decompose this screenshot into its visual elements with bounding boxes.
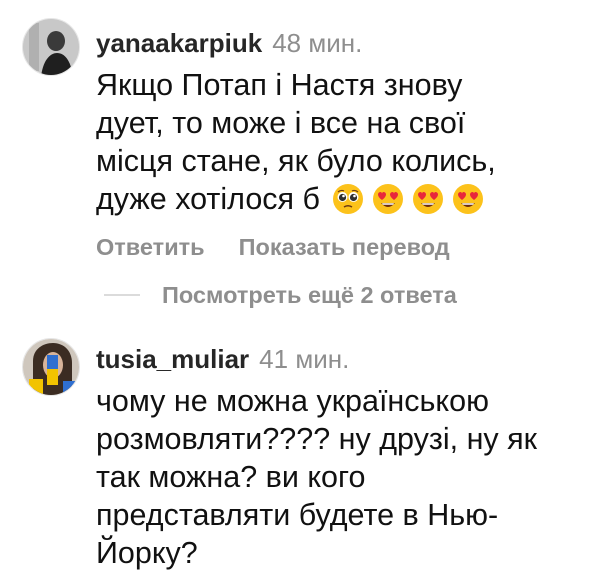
timestamp: 48 мин. xyxy=(272,28,363,58)
heart-eyes-icon xyxy=(372,184,403,214)
comment-text: Якщо Потап і Настя знову дует, то може і… xyxy=(96,66,586,218)
comment-text-line: так можна? ви кого xyxy=(96,460,366,494)
comment-header: tusia_muliar 41 мин. xyxy=(96,344,349,374)
comment-text-line: представляти будете в Нью- xyxy=(96,498,499,532)
timestamp: 41 мин. xyxy=(259,344,350,374)
emoji-row xyxy=(332,183,484,215)
comment-actions: Ответить Показать перевод xyxy=(96,233,450,261)
heart-eyes-icon xyxy=(452,184,483,214)
comment-tusia-muliar: tusia_muliar 41 мин. чому не можна україн… xyxy=(0,320,600,587)
comment-text-line: чому не можна українською xyxy=(96,384,489,418)
comment-text-line: місця стане, як було колись, xyxy=(96,144,496,178)
username[interactable]: yanaakarpiuk xyxy=(96,28,262,58)
comment-header: yanaakarpiuk 48 мин. xyxy=(96,28,362,58)
avatar[interactable] xyxy=(22,338,80,396)
avatar[interactable] xyxy=(22,18,80,76)
username[interactable]: tusia_muliar xyxy=(96,344,249,374)
translate-button[interactable]: Показать перевод xyxy=(239,234,450,260)
view-replies-button[interactable]: Посмотреть ещё 2 ответа xyxy=(104,281,457,309)
user-photo-icon xyxy=(23,339,79,395)
comment-text-line: розмовляти???? ну друзі, ну як xyxy=(96,422,538,456)
reply-button[interactable]: Ответить xyxy=(96,234,205,260)
heart-eyes-icon xyxy=(412,184,443,214)
comment-text: чому не можна українською розмовляти????… xyxy=(96,382,586,572)
comment-text-line: дует, то може і все на свої xyxy=(96,106,466,140)
comment-text-line-with-emoji: дуже хотілося б xyxy=(96,180,586,218)
comment-text-line: дуже хотілося б xyxy=(96,182,320,216)
replies-divider xyxy=(104,294,140,296)
view-replies-label[interactable]: Посмотреть ещё 2 ответа xyxy=(162,281,457,309)
comment-text-line: Йорку? xyxy=(96,536,198,570)
comment-yanaakarpiuk: yanaakarpiuk 48 мин. Якщо Потап і Настя з… xyxy=(0,0,600,320)
user-photo-icon xyxy=(23,19,79,75)
comment-text-line: Якщо Потап і Настя знову xyxy=(96,68,463,102)
pleading-face-icon xyxy=(332,184,363,214)
